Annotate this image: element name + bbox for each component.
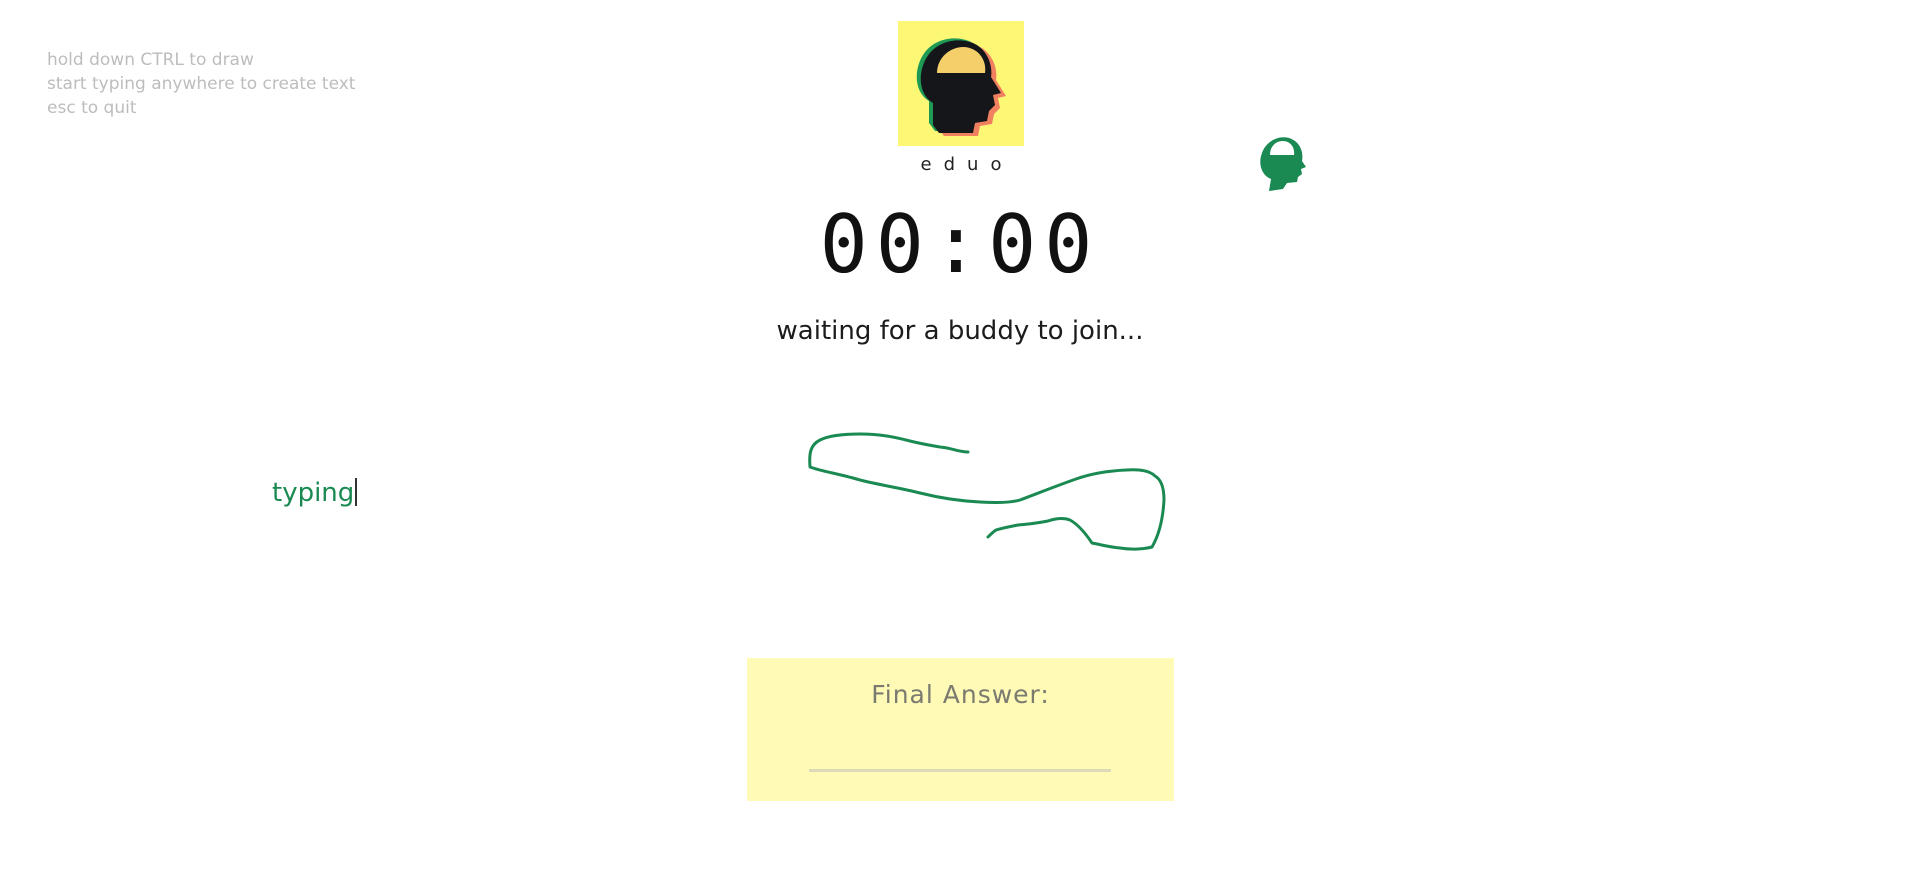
logo-name: eduo bbox=[920, 154, 1014, 175]
final-answer-label: Final Answer: bbox=[871, 680, 1050, 709]
logo-box bbox=[898, 21, 1024, 146]
status-message: waiting for a buddy to join... bbox=[776, 316, 1144, 346]
text-caret bbox=[355, 478, 357, 506]
logo: eduo bbox=[898, 21, 1024, 175]
final-answer-panel: Final Answer: bbox=[747, 658, 1174, 801]
typed-text-box[interactable]: typing bbox=[272, 478, 357, 508]
instructions: hold down CTRL to draw start typing anyw… bbox=[47, 48, 355, 120]
instruction-draw: hold down CTRL to draw bbox=[47, 50, 254, 70]
timer: 00:00 bbox=[819, 198, 1101, 291]
head-silhouette-icon bbox=[916, 37, 1006, 136]
typed-text: typing bbox=[272, 478, 355, 508]
whiteboard-canvas[interactable]: hold down CTRL to draw start typing anyw… bbox=[0, 0, 1913, 892]
freehand-stroke bbox=[808, 432, 1166, 551]
final-answer-input[interactable] bbox=[809, 738, 1111, 772]
buddy-head-icon bbox=[1260, 137, 1306, 191]
instruction-type: start typing anywhere to create text bbox=[47, 74, 356, 94]
instruction-quit: esc to quit bbox=[47, 98, 137, 118]
